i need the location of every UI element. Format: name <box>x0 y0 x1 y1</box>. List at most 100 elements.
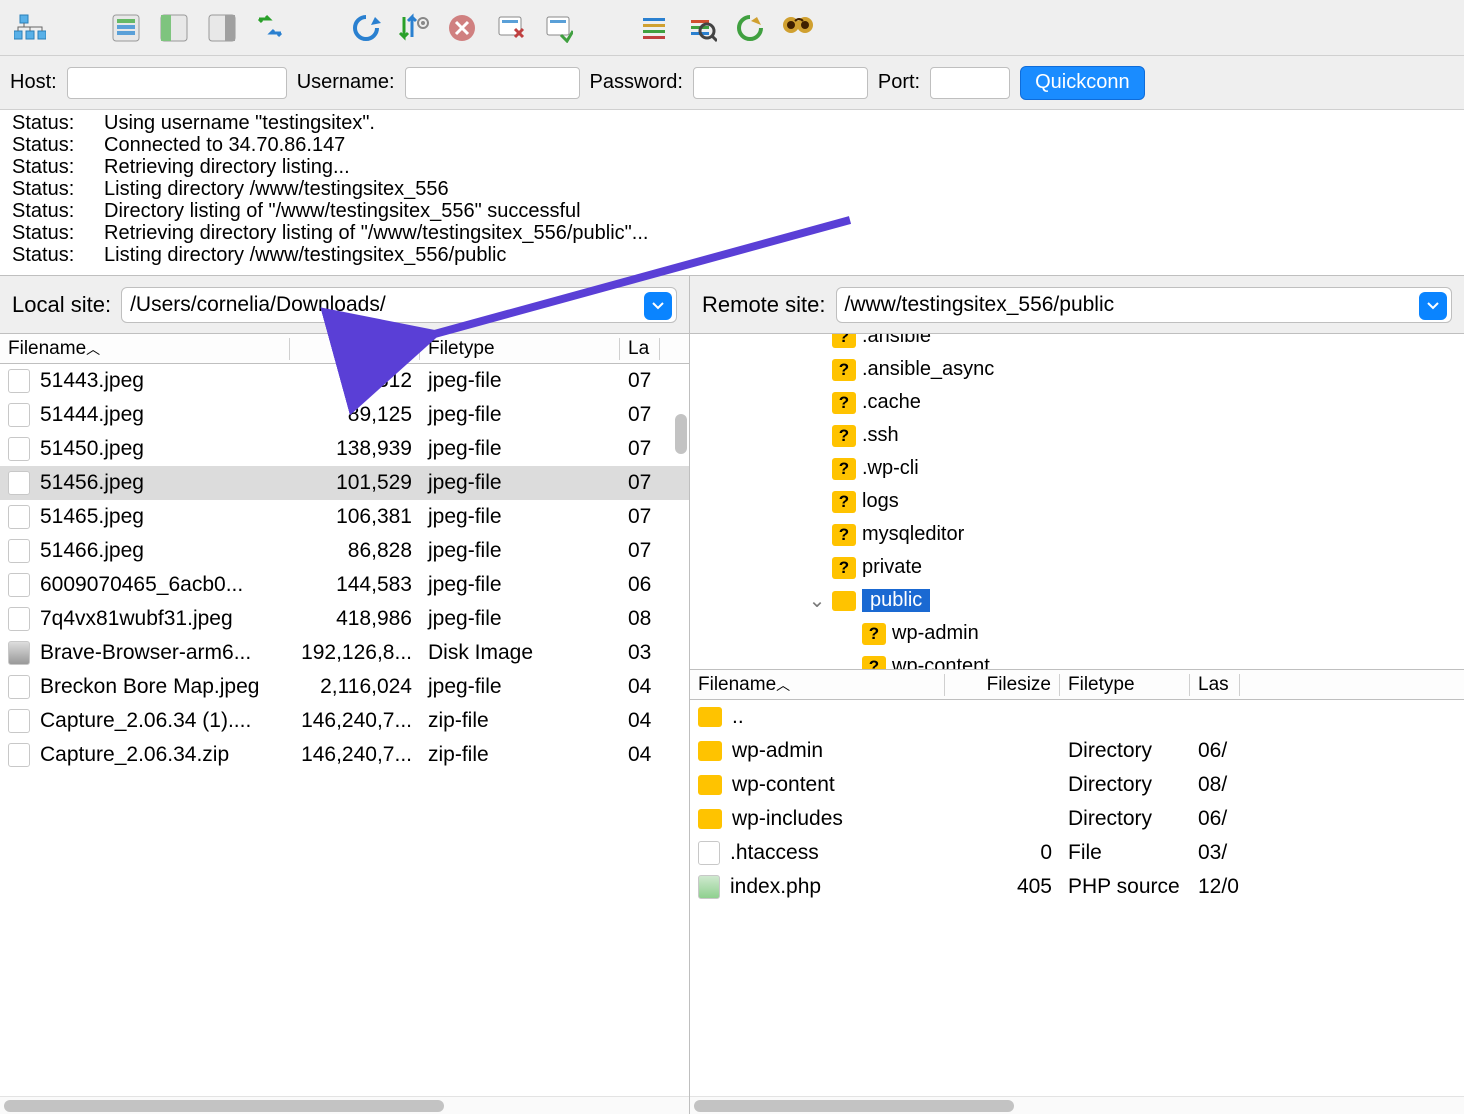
sitemanager-icon[interactable] <box>10 8 50 48</box>
chevron-down-icon[interactable] <box>644 292 672 320</box>
chevron-down-icon[interactable]: ⌄ <box>808 588 826 613</box>
table-row[interactable]: index.php405PHP source12/0 <box>690 870 1464 904</box>
table-row[interactable]: Breckon Bore Map.jpeg2,116,024jpeg-file0… <box>0 670 689 704</box>
remote-header-size[interactable]: Filesize <box>945 674 1060 696</box>
table-row[interactable]: 51450.jpeg138,939jpeg-file07 <box>0 432 689 466</box>
remote-list-header[interactable]: Filename ︿ Filesize Filetype Las <box>690 670 1464 700</box>
log-pane[interactable]: Status:Using username "testingsitex".Sta… <box>0 110 1464 276</box>
cell-date: 07 <box>620 437 660 461</box>
table-row[interactable]: .. <box>690 700 1464 734</box>
toggle-queue-icon[interactable] <box>250 8 290 48</box>
table-row[interactable]: 51443.jpeg79,312jpeg-file07 <box>0 364 689 398</box>
tree-item[interactable]: ?wp-content <box>698 650 1456 670</box>
remote-file-list[interactable]: ..wp-adminDirectory06/wp-contentDirector… <box>690 700 1464 1096</box>
local-hscrollbar[interactable] <box>0 1096 689 1114</box>
table-row[interactable]: Capture_2.06.34.zip146,240,7...zip-file0… <box>0 738 689 772</box>
file-icon <box>8 607 30 631</box>
search-icon[interactable] <box>682 8 722 48</box>
cell-type: jpeg-file <box>420 607 620 631</box>
filter-icon[interactable] <box>634 8 674 48</box>
remote-site-bar: Remote site: /www/testingsitex_556/publi… <box>690 276 1464 334</box>
table-row[interactable]: 7q4vx81wubf31.jpeg418,986jpeg-file08 <box>0 602 689 636</box>
tree-item[interactable]: ?.cache <box>698 386 1456 419</box>
toggle-log-icon[interactable] <box>106 8 146 48</box>
table-row[interactable]: wp-contentDirectory08/ <box>690 768 1464 802</box>
sync-browse-icon[interactable] <box>778 8 818 48</box>
sort-asc-icon: ︿ <box>776 675 790 695</box>
log-message: Using username "testingsitex". <box>104 112 375 134</box>
file-icon <box>8 437 30 461</box>
table-row[interactable]: 51466.jpeg86,828jpeg-file07 <box>0 534 689 568</box>
table-row[interactable]: 51465.jpeg106,381jpeg-file07 <box>0 500 689 534</box>
table-row[interactable]: 51456.jpeg101,529jpeg-file07 <box>0 466 689 500</box>
local-list-header[interactable]: Filename ︿ Filesize Filetype La <box>0 334 689 364</box>
table-row[interactable]: wp-includesDirectory06/ <box>690 802 1464 836</box>
cell-name: Capture_2.06.34.zip <box>40 743 229 767</box>
tree-item-label: wp-admin <box>892 622 979 645</box>
folder-icon <box>698 741 722 761</box>
tree-item[interactable]: ?.ansible <box>698 334 1456 353</box>
local-header-size[interactable]: Filesize <box>290 338 420 360</box>
disconnect-icon[interactable] <box>490 8 530 48</box>
cell-size: 89,125 <box>290 403 420 427</box>
table-row[interactable]: Capture_2.06.34 (1)....146,240,7...zip-f… <box>0 704 689 738</box>
tree-item[interactable]: ?.ssh <box>698 419 1456 452</box>
cell-date: 06/ <box>1190 807 1240 831</box>
password-input[interactable] <box>693 67 868 99</box>
toggle-remotetree-icon[interactable] <box>202 8 242 48</box>
cell-type: jpeg-file <box>420 403 620 427</box>
username-input[interactable] <box>405 67 580 99</box>
log-label: Status: <box>12 200 86 222</box>
compare-icon[interactable] <box>730 8 770 48</box>
folder-icon <box>698 775 722 795</box>
local-header-date[interactable]: La <box>620 338 660 360</box>
remote-path-value: /www/testingsitex_556/public <box>845 293 1115 317</box>
remote-path-combo[interactable]: /www/testingsitex_556/public <box>836 287 1453 323</box>
folder-unknown-icon: ? <box>832 359 856 381</box>
table-row[interactable]: .htaccess0File03/ <box>690 836 1464 870</box>
tree-item[interactable]: ⌄ public <box>698 584 1456 617</box>
tree-item-label: public <box>862 589 930 612</box>
file-icon <box>8 709 30 733</box>
toggle-localtree-icon[interactable] <box>154 8 194 48</box>
table-row[interactable]: wp-adminDirectory06/ <box>690 734 1464 768</box>
tree-item[interactable]: ?.ansible_async <box>698 353 1456 386</box>
port-input[interactable] <box>930 67 1010 99</box>
log-message: Listing directory /www/testingsitex_556/… <box>104 244 506 266</box>
cell-size: 2,116,024 <box>290 675 420 699</box>
quickconnect-button[interactable]: Quickconn <box>1020 66 1145 100</box>
tree-item[interactable]: ?private <box>698 551 1456 584</box>
chevron-down-icon[interactable] <box>1419 292 1447 320</box>
remote-tree[interactable]: ?.ansible?.ansible_async?.cache?.ssh?.wp… <box>690 334 1464 670</box>
local-header-type[interactable]: Filetype <box>420 338 620 360</box>
process-queue-icon[interactable] <box>394 8 434 48</box>
tree-item[interactable]: ?mysqleditor <box>698 518 1456 551</box>
table-row[interactable]: Brave-Browser-arm6...192,126,8...Disk Im… <box>0 636 689 670</box>
local-path-combo[interactable]: /Users/cornelia/Downloads/ <box>121 287 677 323</box>
remote-header-name[interactable]: Filename <box>698 674 776 696</box>
remote-header-date[interactable]: Las <box>1190 674 1240 696</box>
horizontal-scrollbar-thumb[interactable] <box>4 1100 444 1112</box>
cancel-icon[interactable] <box>442 8 482 48</box>
host-input[interactable] <box>67 67 287 99</box>
log-row: Status:Using username "testingsitex". <box>12 112 1452 134</box>
folder-unknown-icon: ? <box>832 392 856 414</box>
remote-hscrollbar[interactable] <box>690 1096 1464 1114</box>
file-icon <box>8 539 30 563</box>
tree-item[interactable]: ?wp-admin <box>698 617 1456 650</box>
remote-header-type[interactable]: Filetype <box>1060 674 1190 696</box>
vertical-scrollbar-thumb[interactable] <box>675 414 687 454</box>
cell-date: 03/ <box>1190 841 1240 865</box>
horizontal-scrollbar-thumb[interactable] <box>694 1100 1014 1112</box>
reconnect-icon[interactable] <box>538 8 578 48</box>
local-header-name[interactable]: Filename <box>8 338 86 360</box>
table-row[interactable]: 6009070465_6acb0...144,583jpeg-file06 <box>0 568 689 602</box>
tree-item[interactable]: ?.wp-cli <box>698 452 1456 485</box>
refresh-icon[interactable] <box>346 8 386 48</box>
cell-type: jpeg-file <box>420 539 620 563</box>
table-row[interactable]: 51444.jpeg89,125jpeg-file07 <box>0 398 689 432</box>
disk-image-icon <box>8 641 30 665</box>
sort-asc-icon: ︿ <box>86 339 100 359</box>
local-file-list[interactable]: 51443.jpeg79,312jpeg-file0751444.jpeg89,… <box>0 364 689 1096</box>
tree-item[interactable]: ?logs <box>698 485 1456 518</box>
